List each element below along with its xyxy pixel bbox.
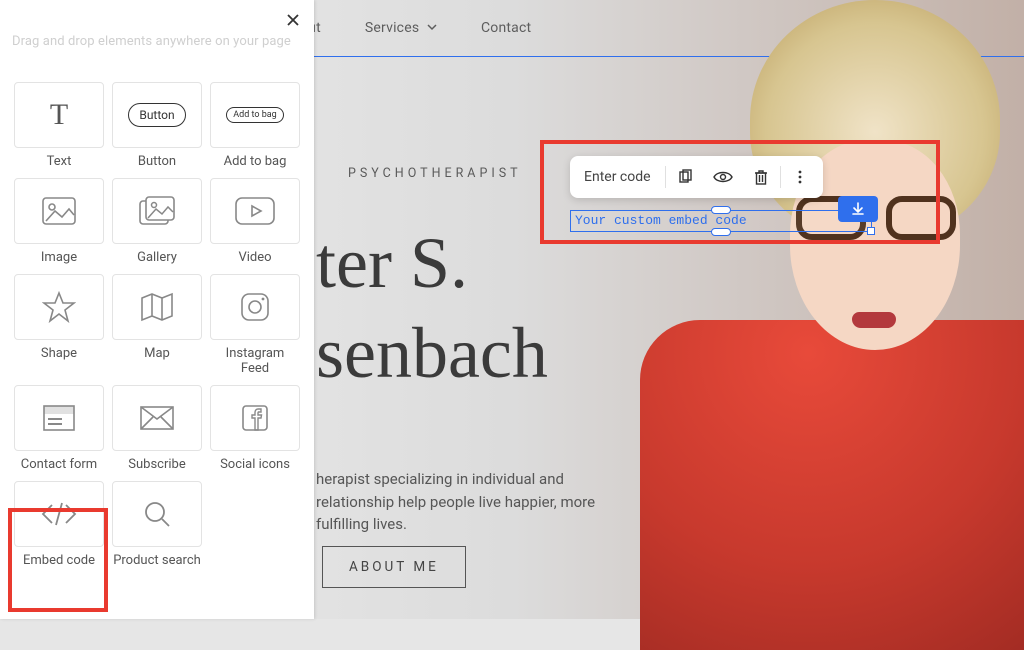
contact-form-icon: [14, 385, 104, 451]
resize-handle-corner[interactable]: [867, 227, 875, 235]
envelope-icon: [112, 385, 202, 451]
tile-add-to-bag[interactable]: Add to bag Add to bag: [210, 82, 300, 169]
code-icon: [14, 481, 104, 547]
nav-item-services[interactable]: Services: [365, 20, 437, 36]
trash-icon[interactable]: [742, 157, 780, 197]
resize-handle-bottom[interactable]: [711, 228, 731, 236]
facebook-icon: [210, 385, 300, 451]
video-icon: [210, 178, 300, 244]
tile-button[interactable]: Button Button: [112, 82, 202, 169]
tile-contact-form[interactable]: Contact form: [14, 385, 104, 472]
panel-caption: Drag and drop elements anywhere on your …: [12, 34, 291, 49]
more-vertical-icon[interactable]: [781, 157, 819, 197]
add-to-bag-icon: Add to bag: [210, 82, 300, 148]
tile-social-icons[interactable]: Social icons: [210, 385, 300, 472]
text-icon: T: [14, 82, 104, 148]
embed-code-element[interactable]: Your custom embed code: [570, 210, 872, 232]
button-icon: Button: [112, 82, 202, 148]
hero-photo: [620, 0, 1024, 619]
tile-image[interactable]: Image: [14, 178, 104, 265]
elements-grid: T Text Button Button Add to bag Add to b…: [14, 82, 304, 568]
tile-video[interactable]: Video: [210, 178, 300, 265]
tile-shape[interactable]: Shape: [14, 274, 104, 376]
download-icon[interactable]: [838, 196, 878, 222]
copy-icon[interactable]: [666, 157, 704, 197]
tile-product-search[interactable]: Product search: [112, 481, 202, 568]
tile-map[interactable]: Map: [112, 274, 202, 376]
close-icon[interactable]: [286, 8, 300, 32]
about-me-button[interactable]: ABOUT ME: [322, 546, 466, 588]
enter-code-button[interactable]: Enter code: [570, 169, 665, 185]
tile-instagram-feed[interactable]: Instagram Feed: [210, 274, 300, 376]
search-icon: [112, 481, 202, 547]
chevron-down-icon: [427, 19, 437, 35]
tile-embed-code[interactable]: Embed code: [14, 481, 104, 568]
nav-label: Services: [365, 20, 419, 36]
hero-title: ter S. senbach: [316, 218, 548, 398]
hero-title-line1: ter S.: [316, 223, 468, 303]
image-icon: [14, 178, 104, 244]
instagram-icon: [210, 274, 300, 340]
embed-toolbar: Enter code: [570, 156, 823, 198]
tile-text[interactable]: T Text: [14, 82, 104, 169]
nav-item-contact[interactable]: Contact: [481, 20, 531, 36]
tile-subscribe[interactable]: Subscribe: [112, 385, 202, 472]
map-icon: [112, 274, 202, 340]
hero-description: herapist specializing in individual and …: [316, 468, 636, 536]
tile-gallery[interactable]: Gallery: [112, 178, 202, 265]
gallery-icon: [112, 178, 202, 244]
site-nav: out Services Contact: [300, 0, 531, 56]
star-icon: [14, 274, 104, 340]
resize-handle-top[interactable]: [711, 206, 731, 214]
hero-subtitle: PSYCHOTHERAPIST: [348, 166, 522, 181]
hero-title-line2: senbach: [316, 313, 548, 393]
eye-icon[interactable]: [704, 157, 742, 197]
elements-panel: Drag and drop elements anywhere on your …: [0, 0, 314, 619]
embed-placeholder: Your custom embed code: [575, 213, 747, 228]
